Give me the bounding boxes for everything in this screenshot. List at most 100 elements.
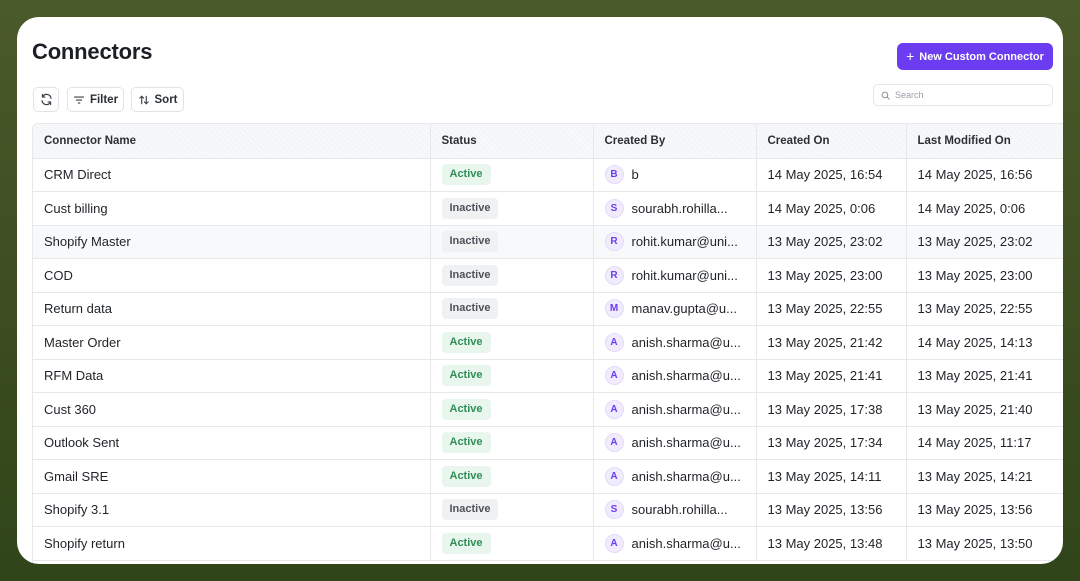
cell-status: Active	[430, 325, 594, 360]
last-modified-on: 13 May 2025, 23:00	[917, 267, 1033, 283]
connector-name: Shopify 3.1	[44, 502, 110, 518]
cell-created-by: Mmanav.gupta@u...	[593, 292, 757, 326]
cell-connector-name[interactable]: Cust 360	[33, 392, 431, 427]
status-badge: Inactive	[441, 231, 499, 253]
last-modified-on: 13 May 2025, 21:41	[917, 368, 1033, 384]
last-modified-on: 14 May 2025, 16:56	[917, 167, 1033, 183]
filter-label: Filter	[89, 93, 119, 106]
column-header-connector-name[interactable]: Connector Name	[33, 124, 431, 159]
cell-created-on: 13 May 2025, 23:02	[756, 225, 907, 259]
cell-connector-name[interactable]: RFM Data	[33, 359, 431, 393]
status-badge: Inactive	[441, 499, 499, 521]
cell-status: Inactive	[430, 292, 594, 326]
created-on: 13 May 2025, 23:02	[767, 234, 883, 250]
creator-name: anish.sharma@u...	[631, 368, 741, 384]
filter-button[interactable]: Filter	[67, 87, 124, 112]
cell-connector-name[interactable]: CRM Direct	[33, 158, 431, 192]
creator-name: manav.gupta@u...	[631, 301, 737, 317]
cell-connector-name[interactable]: COD	[33, 258, 431, 293]
refresh-button[interactable]	[33, 87, 59, 112]
creator-name: rohit.kumar@uni...	[631, 267, 738, 283]
search-input[interactable]	[895, 90, 1045, 100]
cell-created-on: 13 May 2025, 21:41	[756, 359, 907, 393]
cell-created-on: 13 May 2025, 17:38	[756, 392, 907, 427]
table-row[interactable]: Return data Inactive Mmanav.gupta@u... 13 M…	[33, 292, 1063, 326]
cell-status: Inactive	[430, 191, 594, 226]
table-row[interactable]: RFM Data Active Aanish.sharma@u... 13 May 2…	[33, 359, 1063, 393]
last-modified-on: 14 May 2025, 0:06	[917, 200, 1026, 216]
last-modified-on: 13 May 2025, 22:55	[917, 301, 1033, 317]
table-header-row: Connector Name Status Created By Created…	[33, 124, 1063, 159]
creator-name: anish.sharma@u...	[631, 535, 741, 551]
cell-connector-name[interactable]: Master Order	[33, 325, 431, 360]
last-modified-on: 13 May 2025, 13:50	[917, 535, 1033, 551]
cell-created-by: Bb	[593, 158, 757, 192]
cell-created-by: Ssourabh.rohilla...	[593, 493, 757, 527]
cell-created-on: 13 May 2025, 23:00	[756, 258, 907, 293]
cell-status: Active	[430, 359, 594, 393]
last-modified-on: 13 May 2025, 21:40	[917, 401, 1033, 417]
cell-last-modified-on: 14 May 2025, 16:56	[906, 158, 1063, 192]
created-on: 13 May 2025, 17:38	[767, 401, 883, 417]
creator-name: anish.sharma@u...	[631, 401, 741, 417]
cell-status: Active	[430, 392, 594, 427]
cell-connector-name[interactable]: Cust billing	[33, 191, 431, 226]
table-row[interactable]: Cust billing Inactive Ssourabh.rohilla... 1…	[33, 191, 1063, 226]
cell-connector-name[interactable]: Shopify return	[33, 526, 431, 561]
table-row[interactable]: Gmail SRE Active Aanish.sharma@u... 13 May …	[33, 459, 1063, 494]
cell-status: Inactive	[430, 258, 594, 293]
connector-name: Shopify return	[44, 535, 125, 551]
creator-name: sourabh.rohilla...	[631, 200, 728, 216]
cell-created-by: Aanish.sharma@u...	[593, 426, 757, 460]
table-row[interactable]: Master Order Active Aanish.sharma@u... 13 M…	[33, 325, 1063, 360]
cell-connector-name[interactable]: Shopify 3.1	[33, 493, 431, 527]
status-badge: Inactive	[441, 298, 499, 320]
status-badge: Active	[441, 398, 491, 420]
cell-connector-name[interactable]: Outlook Sent	[33, 426, 431, 460]
column-header-status[interactable]: Status	[430, 124, 594, 159]
column-header-created-by[interactable]: Created By	[593, 124, 757, 159]
created-on: 14 May 2025, 0:06	[767, 200, 876, 216]
connectors-table: Connector Name Status Created By Created…	[32, 123, 1063, 564]
new-custom-connector-button[interactable]: + New Custom Connector	[897, 43, 1053, 70]
cell-created-on: 13 May 2025, 13:48	[756, 526, 907, 561]
cell-connector-name[interactable]: Gmail SRE	[33, 459, 431, 494]
cell-created-by: Rrohit.kumar@uni...	[593, 225, 757, 259]
column-header-last-modified-on[interactable]: Last Modified On	[906, 124, 1063, 159]
last-modified-on: 14 May 2025, 14:13	[917, 334, 1033, 350]
cell-created-on: 13 May 2025, 17:34	[756, 426, 907, 460]
created-on: 14 May 2025, 16:54	[767, 167, 883, 183]
creator-name: sourabh.rohilla...	[631, 502, 728, 518]
column-header-created-on[interactable]: Created On	[756, 124, 907, 159]
table-row[interactable]: Shopify return Active Aanish.sharma@u... 13…	[33, 526, 1063, 561]
cell-created-by: Rrohit.kumar@uni...	[593, 258, 757, 293]
page-title: Connectors	[32, 39, 153, 64]
last-modified-on: 13 May 2025, 23:02	[917, 234, 1033, 250]
sort-button[interactable]: Sort	[131, 87, 184, 112]
cell-last-modified-on: 14 May 2025, 11:17	[906, 426, 1063, 460]
cell-last-modified-on: 13 May 2025, 13:50	[906, 526, 1063, 561]
cell-created-on: 13 May 2025, 21:42	[756, 325, 907, 360]
table-row[interactable]: Shopify Master Inactive Rrohit.kumar@uni..…	[33, 225, 1063, 259]
last-modified-on: 13 May 2025, 14:21	[917, 468, 1033, 484]
table-row[interactable]: Cust 360 Active Aanish.sharma@u... 13 May 2…	[33, 392, 1063, 427]
cell-connector-name[interactable]: Return data	[33, 292, 431, 326]
table-row[interactable]: Shopify 3.1 Inactive Ssourabh.rohilla... 13…	[33, 493, 1063, 527]
cell-connector-name[interactable]: Shopify Master	[33, 225, 431, 259]
cell-created-on: 14 May 2025, 0:06	[756, 191, 907, 226]
avatar: A	[604, 332, 624, 352]
table-row[interactable]: Outlook Sent Active Aanish.sharma@u... 13 M…	[33, 426, 1063, 460]
status-badge: Inactive	[441, 197, 499, 219]
search-icon	[881, 91, 890, 100]
refresh-icon	[40, 93, 52, 106]
created-on: 13 May 2025, 14:11	[767, 468, 882, 484]
creator-name: anish.sharma@u...	[631, 435, 741, 451]
creator-name: anish.sharma@u...	[631, 468, 741, 484]
table-row[interactable]: COD Inactive Rrohit.kumar@uni... 13 May 202…	[33, 258, 1063, 293]
search-box[interactable]	[873, 84, 1053, 106]
table-row[interactable]: CRM Direct Active Bb 14 May 2025, 16:54 14 M…	[33, 158, 1063, 192]
cell-created-by: Aanish.sharma@u...	[593, 392, 757, 427]
cell-status: Inactive	[430, 493, 594, 527]
avatar: M	[604, 299, 624, 319]
created-on: 13 May 2025, 23:00	[767, 267, 883, 283]
